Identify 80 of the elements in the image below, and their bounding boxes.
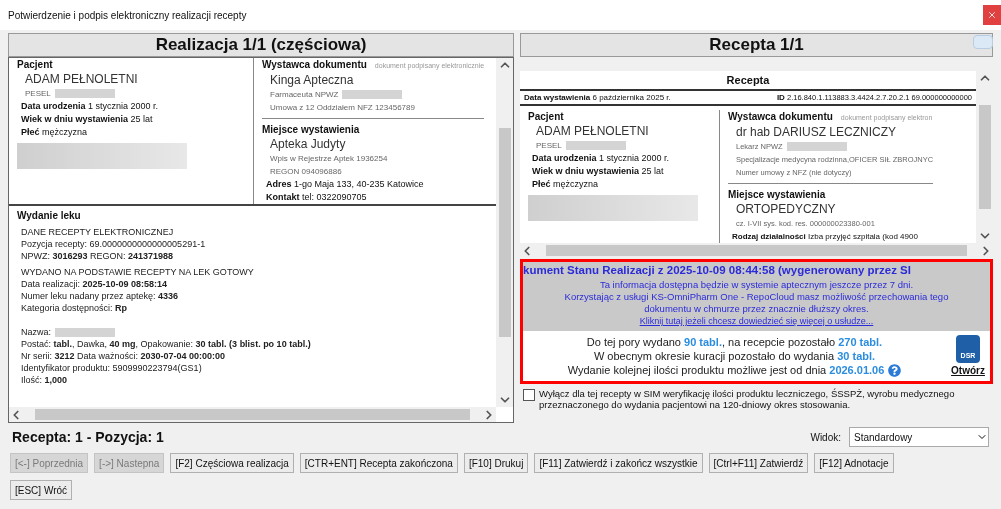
scrollbar-thumb[interactable]	[978, 105, 991, 209]
action-button[interactable]: [F12] Adnotacje	[814, 453, 894, 473]
info-text: DANE RECEPTY ELEKTRONICZNEJ	[21, 226, 174, 238]
person-name: dr hab DARIUSZ LECZNICZY	[735, 124, 898, 140]
position-status: Recepta: 1 - Pozycja: 1	[12, 427, 164, 447]
info-text: NPWZ: 3016293 REGON: 241371988	[21, 250, 174, 262]
action-button[interactable]: [Ctrl+F11] Zatwierdź	[708, 453, 809, 473]
action-button[interactable]: [F10] Drukuj	[463, 453, 529, 473]
view-select[interactable]: Standardowy	[849, 427, 989, 447]
person-name: ORTOPEDYCZNY	[735, 201, 837, 217]
detail-text: Płeć mężczyzna	[531, 178, 600, 191]
section-heading: Pacjent	[528, 110, 564, 123]
scrollbar-thumb[interactable]	[35, 409, 470, 420]
panel-header: Realizacja 1/1 (częściowa)	[8, 33, 514, 57]
info-text: Kategoria dostępności: Rp	[21, 302, 128, 314]
person-name: ADAM PEŁNOLETNI	[535, 123, 650, 139]
window-title: Potwierdzenie i podpis elektroniczny realizacji recepty	[8, 8, 247, 23]
info-text: Farmaceuta NPWZ	[270, 89, 339, 101]
info-text: Nr serii: 3212 Data ważności: 2030-07-04 00:00:00	[21, 350, 226, 362]
info-text: REGON 094096886	[270, 166, 342, 178]
info-text: Postać: tabl., Dawka, 40 mg, Opakowanie: 30 tabl. (3 blist. po 10 tabl.)	[21, 338, 311, 350]
help-icon[interactable]	[888, 363, 902, 377]
info-text: Numer leku nadany przez aptekę: 4336	[21, 290, 179, 302]
info-text: Data realizacji: 2025-10-09 08:58:14	[21, 278, 168, 290]
detail-text: Wiek w dniu wystawienia 25 lat	[20, 113, 154, 126]
scrollbar-thumb[interactable]	[498, 127, 511, 338]
learn-more-link[interactable]: Kliknij tutaj jeżeli chcesz dowiedzieć się więcej o usłudze...	[639, 315, 874, 328]
section-heading: Pacjent	[17, 58, 53, 71]
info-text: Identyfikator produktu: 5909990223794(GS1)	[21, 362, 202, 374]
summary-text: Wydanie kolejnej ilości produktu możliwe jest od dnia 2026.01.06	[567, 363, 885, 378]
info-text: PESEL	[25, 88, 51, 100]
section-heading: Wydanie leku	[17, 210, 82, 222]
summary-text: W obecnym okresie kuracji pozostało do wydania 30 tabl.	[593, 349, 876, 364]
detail-text: Adres 1-go Maja 133, 40-235 Katowice	[265, 178, 425, 191]
person-name: Apteka Judyty	[269, 136, 347, 152]
status-document-heading: kument Stanu Realizacji z 2025-10-09 08:44:58 (wygenerowany przez SI	[523, 263, 911, 278]
detail-text: Rodzaj działalności Izba przyjęć szpitala (kod 4900	[731, 231, 919, 243]
open-link[interactable]: Otwórz	[951, 362, 985, 378]
info-text: Wpis w Rejestrze Aptek 1936254	[270, 153, 388, 165]
document-title: Recepta	[726, 74, 770, 86]
info-text: PESEL	[536, 140, 562, 152]
info-text: WYDANO NA PODSTAWIE RECEPTY NA LEK GOTOWY	[21, 266, 254, 278]
section-heading: Wystawca dokumentu	[262, 58, 367, 71]
info-text: Umowa z 12 Oddziałem NFZ 123456789	[270, 102, 415, 114]
summary-text: Do tej pory wydano 90 tabl., na recepcie pozostało 270 tabl.	[586, 335, 883, 350]
vertical-scrollbar[interactable]	[496, 58, 513, 407]
checkbox[interactable]	[523, 389, 535, 402]
person-name: ADAM PEŁNOLETNI	[24, 71, 139, 87]
checkbox-label: Wyłącz dla tej recepty w SIM weryfikację ilości produktu leczniczego, ŚSSPŻ, wyrobu medycznego przeznaczonego do wydania pacjentowi na 120-dniowy okres stosowania.	[539, 388, 956, 411]
redacted-block	[55, 327, 115, 337]
horizontal-scrollbar[interactable]	[9, 407, 496, 422]
info-text: Korzystając z usługi KS-OmniPharm One - RepoCloud masz możliwość przechowania tego dokumentu w chmurze przez znacznie dłuższy okres.	[563, 291, 950, 316]
info-text: Ilość: 1,000	[21, 374, 68, 386]
info-text: Ta informacja dostępna będzie w systemie aptecznym jeszcze przez 7 dni.	[598, 279, 915, 292]
detail-text: Kontakt tel: 0322090705	[265, 191, 368, 204]
info-text: Nazwa:	[21, 326, 51, 338]
action-button[interactable]: [F2] Częściowa realizacja	[170, 453, 294, 473]
redacted-block	[565, 141, 626, 150]
action-button[interactable]: [F11] Zatwierdź i zakończ wszystkie	[534, 453, 703, 473]
panel-header: Recepta 1/1	[520, 33, 993, 57]
view-label: Widok:	[810, 430, 841, 445]
panel-corner-icon	[973, 35, 993, 49]
section-heading: Wystawca dokumentu	[728, 110, 833, 123]
detail-text: Wiek w dniu wystawienia 25 lat	[531, 165, 665, 178]
close-icon	[987, 10, 997, 20]
info-text: Pozycja recepty: 69.0000000000000005291-1	[21, 238, 206, 250]
redacted-block	[786, 142, 847, 151]
person-name: Kinga Apteczna	[269, 72, 355, 88]
action-button[interactable]: [ESC] Wróć	[10, 480, 73, 500]
section-heading: Miejsce wystawienia	[262, 123, 360, 136]
action-button[interactable]: [CTR+ENT] Recepta zakończona	[299, 453, 458, 473]
section-heading: Miejsce wystawienia	[728, 188, 826, 201]
redacted-block	[54, 89, 115, 98]
detail-text: Płeć mężczyzna	[20, 126, 89, 139]
detail-text: Data urodzenia 1 stycznia 2000 r.	[531, 152, 671, 165]
redacted-block	[342, 90, 403, 99]
scrollbar-thumb[interactable]	[546, 245, 967, 256]
close-button[interactable]	[983, 5, 1001, 25]
detail-text: Data urodzenia 1 stycznia 2000 r.	[20, 100, 160, 113]
issue-date: Data wystawienia 6 października 2025 r.	[524, 92, 671, 104]
